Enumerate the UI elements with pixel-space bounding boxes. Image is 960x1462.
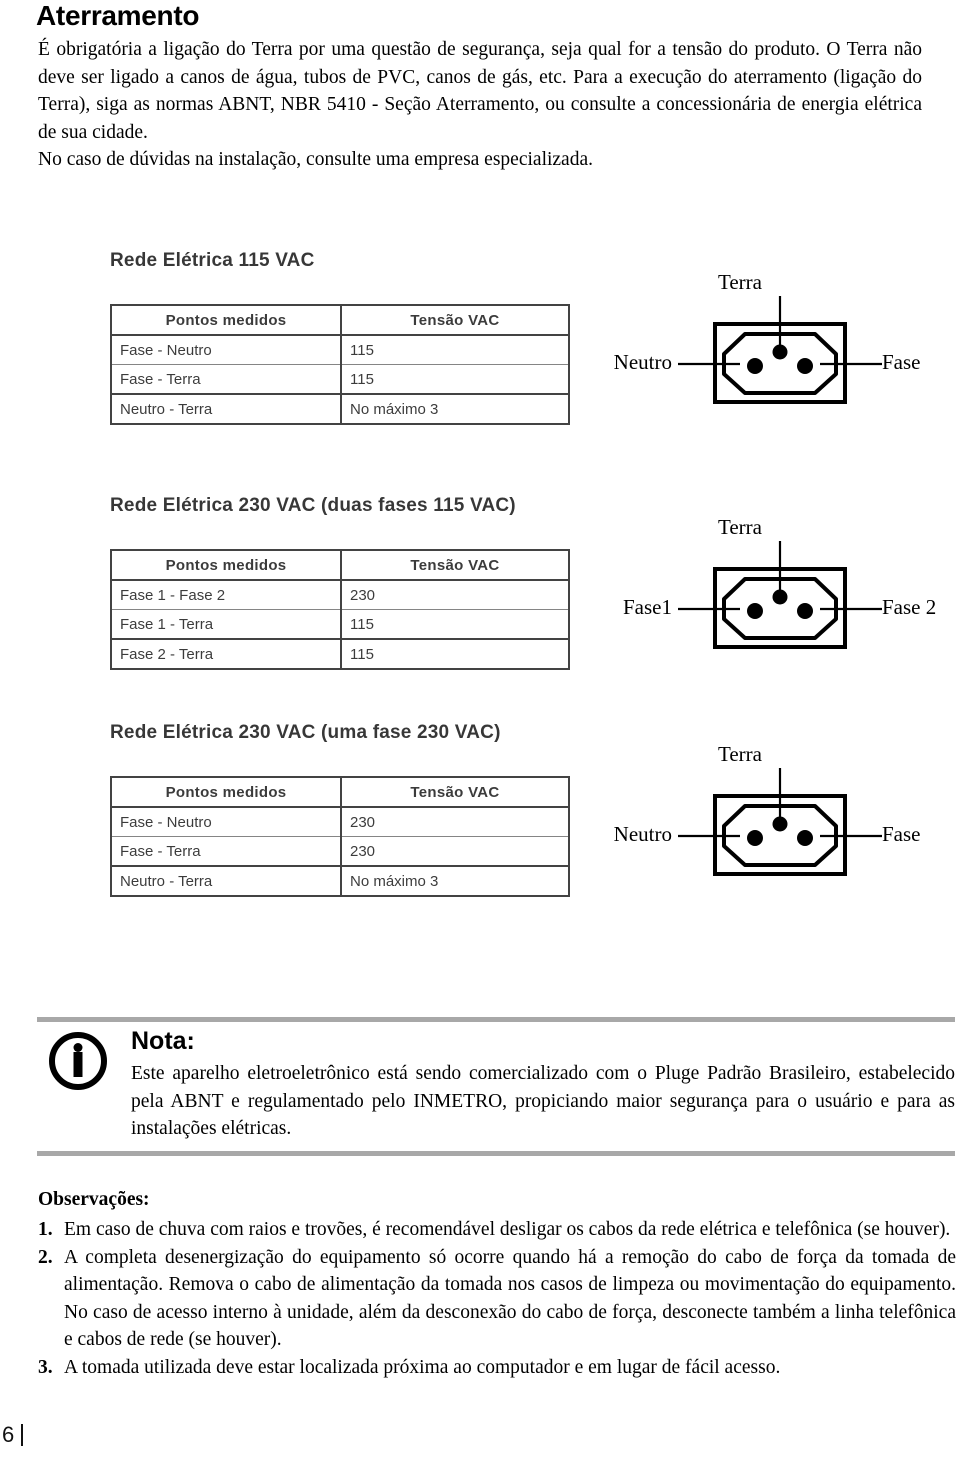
- socket-diagram: Terra Neutro Fase: [600, 734, 960, 894]
- cell-points: Fase - Neutro: [110, 334, 342, 365]
- measurement-table: Pontos medidos Tensão VAC Fase 1 - Fase …: [110, 549, 570, 670]
- page-footer: 6: [2, 1422, 24, 1448]
- table-row: Neutro - Terra No máximo 3: [110, 865, 570, 897]
- observation-text: A completa desenergização do equipamento…: [64, 1246, 956, 1351]
- socket-outlet-icon: [678, 541, 882, 649]
- socket-diagram: Terra Fase1 Fase 2: [600, 507, 960, 667]
- cell-points: Fase 1 - Fase 2: [110, 579, 342, 610]
- cell-points: Neutro - Terra: [110, 865, 342, 897]
- note-body-text: Este aparelho eletroeletrônico está send…: [131, 1063, 955, 1139]
- cell-points: Fase 2 - Terra: [110, 638, 342, 670]
- cell-points: Fase - Neutro: [110, 806, 342, 837]
- column-header-voltage: Tensão VAC: [340, 776, 570, 808]
- cell-points: Fase - Terra: [110, 364, 342, 395]
- note-top-divider: [37, 1017, 955, 1022]
- cell-voltage: No máximo 3: [340, 865, 570, 897]
- table-row: Fase 1 - Fase 2 230: [110, 579, 570, 610]
- socket-outlet-icon: [678, 768, 882, 876]
- page-title: Aterramento: [36, 0, 200, 31]
- cell-voltage: 230: [340, 836, 570, 867]
- cell-voltage: No máximo 3: [340, 393, 570, 425]
- table-row: Neutro - Terra No máximo 3: [110, 393, 570, 425]
- observation-item: 1. Em caso de chuva com raios e trovões,…: [38, 1216, 956, 1244]
- intro-text: É obrigatória a ligação do Terra por uma…: [38, 36, 922, 174]
- column-header-voltage: Tensão VAC: [340, 304, 570, 336]
- column-header-points: Pontos medidos: [110, 776, 342, 808]
- observation-text: A tomada utilizada deve estar localizada…: [64, 1356, 781, 1378]
- observation-number: 2.: [38, 1246, 53, 1268]
- measurement-table: Pontos medidos Tensão VAC Fase - Neutro …: [110, 776, 570, 897]
- table-header-row: Pontos medidos Tensão VAC: [110, 549, 570, 581]
- page-number: 6: [2, 1422, 15, 1447]
- table-header-row: Pontos medidos Tensão VAC: [110, 776, 570, 808]
- cell-voltage: 230: [340, 579, 570, 610]
- network-heading: Rede Elétrica 230 VAC (uma fase 230 VAC): [110, 722, 501, 743]
- table-header-row: Pontos medidos Tensão VAC: [110, 304, 570, 336]
- cell-voltage: 115: [340, 334, 570, 365]
- intro-paragraph-2: No caso de dúvidas na instalação, consul…: [38, 149, 593, 170]
- observation-text: Em caso de chuva com raios e trovões, é …: [64, 1219, 951, 1240]
- cell-voltage: 115: [340, 638, 570, 670]
- socket-outlet-icon: [678, 296, 882, 404]
- cell-points: Fase - Terra: [110, 836, 342, 867]
- cell-points: Fase 1 - Terra: [110, 609, 342, 640]
- network-heading: Rede Elétrica 115 VAC: [110, 250, 315, 271]
- info-icon: [47, 1030, 109, 1092]
- observation-number: 1.: [38, 1219, 53, 1240]
- network-heading: Rede Elétrica 230 VAC (duas fases 115 VA…: [110, 495, 516, 516]
- note-bottom-divider: [37, 1151, 955, 1156]
- cell-voltage: 230: [340, 806, 570, 837]
- column-header-points: Pontos medidos: [110, 304, 342, 336]
- column-header-points: Pontos medidos: [110, 549, 342, 581]
- table-row: Fase 1 - Terra 115: [110, 609, 570, 640]
- column-header-voltage: Tensão VAC: [340, 549, 570, 581]
- electrical-network-diagrams: Rede Elétrica 115 VAC Pontos medidos Ten…: [0, 244, 960, 924]
- cell-voltage: 115: [340, 609, 570, 640]
- note-body: Este aparelho eletroeletrônico está send…: [131, 1060, 955, 1143]
- observations-title: Observações:: [38, 1189, 150, 1210]
- observations-list: 1. Em caso de chuva com raios e trovões,…: [38, 1216, 956, 1381]
- observation-item: 2. A completa desenergização do equipame…: [38, 1244, 956, 1354]
- cell-voltage: 115: [340, 364, 570, 395]
- table-row: Fase - Neutro 115: [110, 334, 570, 365]
- socket-diagram: Terra Neutro Fase: [600, 262, 960, 422]
- intro-paragraph-1: É obrigatória a ligação do Terra por uma…: [38, 39, 922, 143]
- observation-number: 3.: [38, 1356, 53, 1378]
- observation-item: 3. A tomada utilizada deve estar localiz…: [38, 1354, 956, 1382]
- table-row: Fase 2 - Terra 115: [110, 638, 570, 670]
- table-row: Fase - Neutro 230: [110, 806, 570, 837]
- measurement-table: Pontos medidos Tensão VAC Fase - Neutro …: [110, 304, 570, 425]
- table-row: Fase - Terra 115: [110, 364, 570, 395]
- table-row: Fase - Terra 230: [110, 836, 570, 867]
- cell-points: Neutro - Terra: [110, 393, 342, 425]
- note-title: Nota:: [131, 1027, 195, 1055]
- footer-rule: [21, 1424, 24, 1446]
